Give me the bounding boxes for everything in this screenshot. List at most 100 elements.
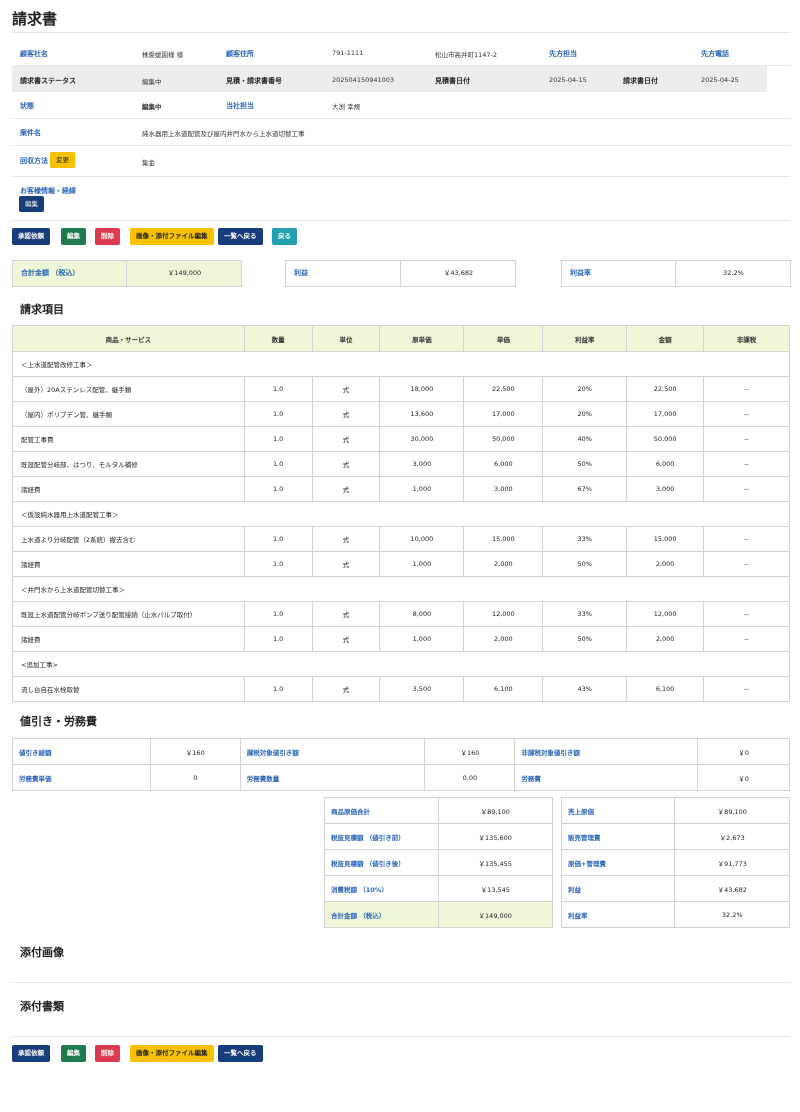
totals-label: 利益率 (560, 901, 676, 928)
totals-value: ￥2,673 (674, 823, 790, 850)
totals-value: ￥13,545 (437, 875, 553, 902)
margin-label: 利益率 (570, 269, 591, 277)
edit-button[interactable]: 編集 (61, 228, 86, 245)
totals-label: 合計金額 （税込） (324, 901, 439, 928)
back-button[interactable]: 戻る (272, 228, 297, 245)
item-unit: 式 (311, 601, 381, 627)
estimate-date: 2025-04-15 (549, 76, 587, 84)
divider (12, 145, 790, 146)
customer-address-label: 顧客住所 (226, 50, 254, 58)
margin: 32.2% (675, 261, 791, 286)
total-amount-box: 合計金額 （税込） ￥149,000 (12, 260, 242, 287)
item-unit: 式 (311, 451, 381, 477)
item-tax-exempt: -- (703, 601, 790, 627)
table-row: 値引き総額 ￥160 課税対象値引き額 ￥160 非課税対象値引き額 ￥0 (12, 738, 790, 765)
client-phone-label: 先方電話 (701, 50, 729, 58)
table-row: 売上原価 ￥89,100 (560, 797, 790, 824)
item-name: 諸経費 (12, 551, 245, 577)
item-amount: 12,000 (626, 601, 705, 627)
items-table: 商品・サービス 数量 単位 原単価 単価 利益率 金額 非課税 ＜上水道配管改修… (12, 325, 790, 702)
section-title: ＜上水道配管改修工事＞ (12, 351, 790, 377)
labor-cost-label: 労務費 (514, 764, 699, 791)
invoice-status-label: 請求書ステータス (20, 77, 76, 85)
section-title: <追加工事> (12, 651, 790, 677)
table-row: 税抜見積額 （値引き前） ￥135,600 (324, 823, 553, 850)
collection-change-button[interactable]: 変更 (50, 152, 75, 168)
totals-label: 売上原価 (560, 797, 676, 824)
item-amount: 15,000 (626, 526, 705, 552)
item-name: 諸経費 (12, 626, 245, 652)
item-qty: 1.0 (243, 601, 313, 627)
profit-label: 利益 (294, 269, 308, 277)
totals-label: 税抜見積額 （値引き前） (324, 823, 439, 850)
item-unit: 式 (311, 526, 381, 552)
item-name: （屋外）20Aステンレス配管、継手類 (12, 376, 245, 402)
table-row: 流し台自在水栓取替 1.0 式 3,500 6,100 43% 6,100 -- (12, 676, 790, 702)
edit-button[interactable]: 編集 (61, 1045, 86, 1062)
item-cost: 1,000 (379, 551, 465, 577)
customer-notes-edit-button[interactable]: 編集 (19, 196, 44, 212)
item-name: 既設配管分岐部、はつり、モルタル補修 (12, 451, 245, 477)
table-row: （屋内）ポリブデン管、継手類 1.0 式 13,600 17,000 20% 17,000-… (12, 401, 790, 427)
customer-address: 松山市高井町1147-2 (435, 51, 498, 59)
collection-method: 集金 (142, 159, 155, 167)
delete-button[interactable]: 削除 (95, 1045, 120, 1062)
table-row: 原価+管理費 ￥91,773 (560, 849, 790, 876)
column-header: 単価 (463, 325, 544, 352)
item-unit: 式 (311, 676, 381, 702)
item-qty: 1.0 (243, 526, 313, 552)
labor-qty: 0.00 (424, 764, 516, 791)
totals-label: 税抜見積額 （値引き後） (324, 849, 439, 876)
item-name: 諸経費 (12, 476, 245, 502)
item-qty: 1.0 (243, 476, 313, 502)
item-unit: 式 (311, 401, 381, 427)
delete-button[interactable]: 削除 (95, 228, 120, 245)
item-price: 3,000 (463, 476, 544, 502)
client-contact-label: 先方担当 (549, 50, 577, 58)
column-header: 非課税 (703, 325, 790, 352)
total-amount: ￥149,000 (126, 261, 242, 286)
totals-value: ￥89,100 (437, 797, 553, 824)
totals-label: 販売管理費 (560, 823, 676, 850)
approve-request-button[interactable]: 承認依頼 (12, 1045, 50, 1062)
item-qty: 1.0 (243, 401, 313, 427)
item-tax-exempt: -- (703, 476, 790, 502)
attachments-edit-button[interactable]: 画像・添付ファイル編集 (130, 228, 214, 245)
estimate-number: 202504150941003 (332, 76, 395, 84)
totals-value: ￥149,000 (437, 901, 553, 928)
invoice-status: 編集中 (142, 78, 162, 86)
estimate-date-label: 見積書日付 (435, 77, 470, 85)
back-to-list-button[interactable]: 一覧へ戻る (218, 1045, 263, 1062)
totals-label: 消費税額 （10%） (324, 875, 439, 902)
project-label: 案件名 (20, 129, 41, 137)
items-heading: 請求項目 (20, 303, 64, 316)
totals-value: 32.2% (674, 901, 790, 928)
table-row: 上水道より分岐配管（2系統）撤去含む 1.0 式 10,000 15,000 33% 15,… (12, 526, 790, 552)
taxable-discount: ￥160 (424, 738, 516, 765)
totals-label: 原価+管理費 (560, 849, 676, 876)
collection-method-label: 回収方法 (20, 157, 48, 165)
attachments-edit-button[interactable]: 画像・添付ファイル編集 (130, 1045, 214, 1062)
nontaxable-discount: ￥0 (697, 738, 790, 765)
totals-value: ￥43,682 (674, 875, 790, 902)
item-margin: 33% (542, 601, 628, 627)
totals-left-table: 商品原価合計 ￥89,100 税抜見積額 （値引き前） ￥135,600 税抜見積額 （… (324, 797, 553, 928)
labor-unit-label: 労務費単価 (12, 764, 151, 791)
state-value: 編集中 (142, 103, 162, 111)
table-row: 販売管理費 ￥2,673 (560, 823, 790, 850)
item-name: 配管工事費 (12, 426, 245, 452)
divider (12, 118, 790, 119)
totals-value: ￥91,773 (674, 849, 790, 876)
item-tax-exempt: -- (703, 426, 790, 452)
table-row: 利益率 32.2% (560, 901, 790, 928)
item-unit: 式 (311, 426, 381, 452)
item-qty: 1.0 (243, 626, 313, 652)
item-price: 6,100 (463, 676, 544, 702)
item-cost: 3,000 (379, 451, 465, 477)
back-to-list-button[interactable]: 一覧へ戻る (218, 228, 263, 245)
profit-box: 利益 ￥43,682 (285, 260, 516, 287)
section-row: ＜井門水から上水道配管切替工事＞ (12, 576, 790, 602)
approve-request-button[interactable]: 承認依頼 (12, 228, 50, 245)
item-cost: 18,000 (379, 376, 465, 402)
table-row: 配管工事費 1.0 式 30,000 50,000 40% 50,000 -- (12, 426, 790, 452)
